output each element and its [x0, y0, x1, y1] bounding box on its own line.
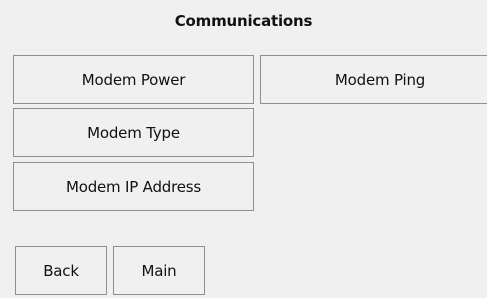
modem-type-button[interactable]: Modem Type [13, 108, 254, 157]
main-button[interactable]: Main [113, 246, 205, 295]
modem-ip-address-button[interactable]: Modem IP Address [13, 162, 254, 211]
page-title: Communications [174, 12, 313, 30]
back-button[interactable]: Back [15, 246, 107, 295]
modem-ping-button[interactable]: Modem Ping [260, 55, 487, 104]
modem-power-button[interactable]: Modem Power [13, 55, 254, 104]
